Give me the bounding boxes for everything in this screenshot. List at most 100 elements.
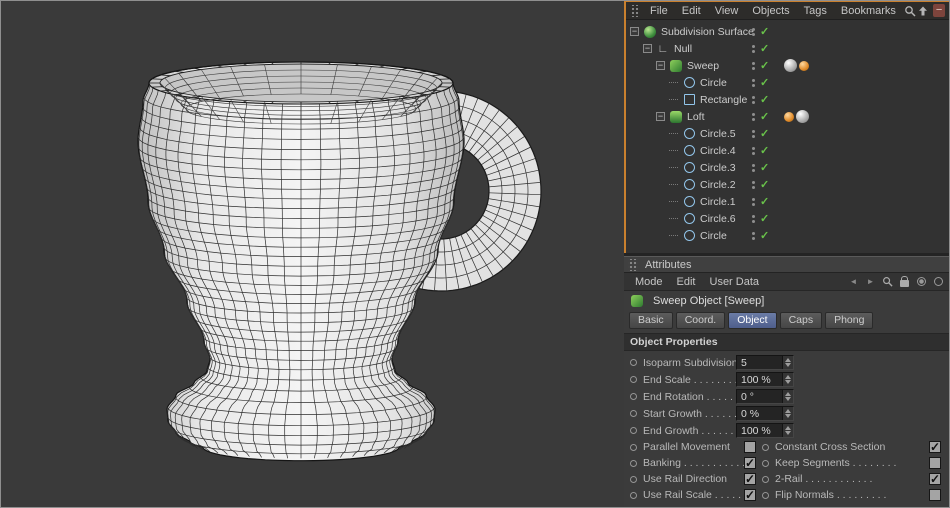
stepper-arrows-icon[interactable] [782,424,793,437]
tab-basic[interactable]: Basic [629,312,673,329]
visibility-dots-icon[interactable] [752,28,755,36]
checkbox[interactable]: ✓ [929,473,941,485]
tree-row[interactable]: Circle.2 ✓ [626,176,949,193]
enabled-check-icon[interactable]: ✓ [760,76,769,90]
tab-caps[interactable]: Caps [780,312,823,329]
tree-row[interactable]: − Sweep ✓ [626,57,949,74]
expander-icon[interactable]: − [656,61,665,70]
keyframe-bullet-icon[interactable] [630,444,637,451]
stepper-arrows-icon[interactable] [782,356,793,369]
enabled-check-icon[interactable]: ✓ [760,229,769,243]
keyframe-bullet-icon[interactable] [762,444,769,451]
enabled-check-icon[interactable]: ✓ [760,161,769,175]
checkbox[interactable]: ✓ [744,473,756,485]
value-input[interactable]: 100 % [736,423,794,438]
checkbox[interactable] [744,441,756,453]
lock-icon[interactable] [898,275,911,289]
visibility-dots-icon[interactable] [752,215,755,223]
expander-icon[interactable]: − [630,27,639,36]
menu-item-bookmarks[interactable]: Bookmarks [834,5,903,17]
collapse-icon[interactable]: − [933,4,945,17]
expander-icon[interactable]: − [656,112,665,121]
checkbox[interactable]: ✓ [744,457,756,469]
visibility-dots-icon[interactable] [752,79,755,87]
stepper-arrows-icon[interactable] [782,390,793,403]
value-input[interactable]: 100 % [736,372,794,387]
value-input[interactable]: 0 % [736,406,794,421]
viewport-3d[interactable] [1,1,624,507]
search-icon[interactable] [881,275,894,289]
keyframe-bullet-icon[interactable] [630,427,637,434]
material-sphere-orange[interactable] [799,61,809,71]
visibility-dots-icon[interactable] [752,130,755,138]
enabled-check-icon[interactable]: ✓ [760,144,769,158]
tree-row[interactable]: Circle.3 ✓ [626,159,949,176]
visibility-dots-icon[interactable] [752,181,755,189]
expander-icon[interactable]: − [643,44,652,53]
enabled-check-icon[interactable]: ✓ [760,178,769,192]
stepper-arrows-icon[interactable] [782,373,793,386]
tree-row[interactable]: Circle.4 ✓ [626,142,949,159]
menu-item-edit[interactable]: Edit [675,5,708,17]
material-sphere-orange[interactable] [784,112,794,122]
back-arrow-icon[interactable]: ◄ [847,275,860,289]
menu-item-objects[interactable]: Objects [745,5,796,17]
panel-handle-icon[interactable] [628,259,638,271]
enabled-check-icon[interactable]: ✓ [760,212,769,226]
tree-row[interactable]: Circle ✓ [626,74,949,91]
enabled-check-icon[interactable]: ✓ [760,127,769,141]
checkbox[interactable]: ✓ [929,441,941,453]
visibility-dots-icon[interactable] [752,45,755,53]
enabled-check-icon[interactable]: ✓ [760,93,769,107]
forward-arrow-icon[interactable]: ► [864,275,877,289]
tree-row[interactable]: − Loft ✓ [626,108,949,125]
keyframe-bullet-icon[interactable] [762,492,769,499]
keyframe-bullet-icon[interactable] [762,476,769,483]
keyframe-bullet-icon[interactable] [630,376,637,383]
material-sphere-light[interactable] [784,59,797,72]
menu-item-mode[interactable]: Mode [628,276,670,288]
menu-item-view[interactable]: View [708,5,746,17]
tab-object[interactable]: Object [728,312,776,329]
panel-handle-icon[interactable] [630,5,640,17]
tab-coord[interactable]: Coord. [676,312,726,329]
tree-row[interactable]: Circle.6 ✓ [626,210,949,227]
visibility-dots-icon[interactable] [752,113,755,121]
checkbox[interactable] [929,457,941,469]
menu-item-user-data[interactable]: User Data [703,276,767,288]
menu-item-edit[interactable]: Edit [670,276,703,288]
menu-item-file[interactable]: File [643,5,675,17]
target-icon[interactable] [915,275,928,289]
visibility-dots-icon[interactable] [752,147,755,155]
menu-item-tags[interactable]: Tags [797,5,834,17]
visibility-dots-icon[interactable] [752,96,755,104]
history-icon[interactable] [932,275,945,289]
mug-wireframe-model[interactable] [1,1,624,507]
keyframe-bullet-icon[interactable] [630,476,637,483]
value-input[interactable]: 0 ° [736,389,794,404]
enabled-check-icon[interactable]: ✓ [760,42,769,56]
tree-row[interactable]: − Null ✓ [626,40,949,57]
keyframe-bullet-icon[interactable] [630,359,637,366]
visibility-dots-icon[interactable] [752,62,755,70]
visibility-dots-icon[interactable] [752,232,755,240]
visibility-dots-icon[interactable] [752,198,755,206]
keyframe-bullet-icon[interactable] [630,492,637,499]
checkbox[interactable] [929,489,941,501]
checkbox[interactable]: ✓ [744,489,756,501]
keyframe-bullet-icon[interactable] [630,393,637,400]
keyframe-bullet-icon[interactable] [630,410,637,417]
tree-row[interactable]: − Subdivision Surface ✓ [626,23,949,40]
enabled-check-icon[interactable]: ✓ [760,59,769,73]
enabled-check-icon[interactable]: ✓ [760,110,769,124]
tree-row[interactable]: Circle.1 ✓ [626,193,949,210]
tab-phong[interactable]: Phong [825,312,873,329]
enabled-check-icon[interactable]: ✓ [760,195,769,209]
stepper-arrows-icon[interactable] [782,407,793,420]
visibility-dots-icon[interactable] [752,164,755,172]
tree-row[interactable]: Circle ✓ [626,227,949,244]
tree-row[interactable]: Rectangle ✓ [626,91,949,108]
keyframe-bullet-icon[interactable] [630,460,637,467]
value-input[interactable]: 5 [736,355,794,370]
attributes-header[interactable]: Attributes [624,256,949,273]
